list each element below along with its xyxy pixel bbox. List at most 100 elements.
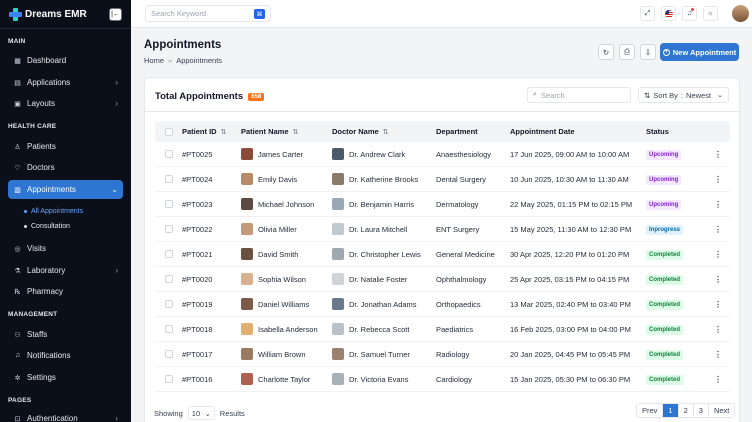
header-patient-id[interactable]: Patient ID ⇅ [182,127,241,136]
command-key-icon[interactable]: ⌘ [254,9,265,19]
row-checkbox[interactable] [164,275,173,283]
sidebar-item-label: Patients [27,142,56,151]
notification-bell-button[interactable]: ♫ [682,6,697,21]
new-appointment-button[interactable]: + New Appointment [660,43,739,61]
user-avatar[interactable] [732,5,749,22]
doctor-name[interactable]: Dr. Benjamin Harris [349,200,414,209]
row-actions-kebab-icon[interactable]: ⋮ [706,225,730,234]
table-search-input[interactable] [540,90,621,100]
sidebar-item-staffs[interactable]: ⚇ Staffs [8,325,123,344]
theme-toggle-sun-icon[interactable]: ☼ [703,6,718,21]
sidebar-item-applications[interactable]: ▤ Applications › [8,73,123,92]
doctor-name[interactable]: Dr. Jonathan Adams [349,300,417,309]
sort-dropdown[interactable]: ⇅ Sort By : Newest ⌄ [638,87,729,103]
row-actions-kebab-icon[interactable]: ⋮ [706,150,730,159]
row-checkbox[interactable] [164,150,173,158]
breadcrumb-current: Appointments [176,56,223,65]
doctor-name[interactable]: Dr. Christopher Lewis [349,250,421,259]
patient-name[interactable]: William Brown [258,350,306,359]
page-2-button[interactable]: 2 [679,404,694,417]
appointment-date-cell: 10 Jun 2025, 10:30 AM to 11:30 AM [510,174,629,184]
row-actions-kebab-icon[interactable]: ⋮ [706,300,730,309]
row-actions-kebab-icon[interactable]: ⋮ [706,375,730,384]
download-button[interactable]: ⇩ [640,44,656,60]
table-row[interactable]: #PT0022 Olivia Miller Dr. Laura Mitchell EN… [155,217,730,242]
select-all-checkbox[interactable] [164,127,173,136]
print-button[interactable]: ⎙ [619,44,635,60]
page-1-button[interactable]: 1 [663,404,679,417]
department-cell: Cardiology [436,374,472,384]
row-actions-kebab-icon[interactable]: ⋮ [706,275,730,284]
page-3-button[interactable]: 3 [694,404,709,417]
fullscreen-icon[interactable]: ⤢ [640,6,655,21]
doctor-cell: Dr. Benjamin Harris [332,198,436,210]
row-checkbox[interactable] [164,250,173,258]
sidebar-item-settings[interactable]: ✲ Settings [8,368,123,387]
sidebar-subitem-consultation[interactable]: Consultation [24,223,70,230]
row-actions-kebab-icon[interactable]: ⋮ [706,175,730,184]
row-checkbox[interactable] [164,200,173,208]
sidebar-item-laboratory[interactable]: ⚗ Laboratory › [8,261,123,280]
doctor-name[interactable]: Dr. Victoria Evans [349,375,408,384]
patient-name[interactable]: Isabella Anderson [258,325,318,334]
sidebar-subitem-all-appointments[interactable]: All Appointments [24,208,83,215]
language-flag-button[interactable] [661,6,676,21]
patient-name[interactable]: Michael Johnson [258,200,314,209]
doctor-name[interactable]: Dr. Rebecca Scott [349,325,409,334]
row-checkbox[interactable] [164,175,173,183]
patient-name[interactable]: David Smith [258,250,298,259]
patient-name[interactable]: Sophia Wilson [258,275,306,284]
header-patient-name[interactable]: Patient Name ⇅ [241,127,332,136]
patient-name[interactable]: Daniel Williams [258,300,309,309]
sidebar-collapse-button[interactable]: |← [109,7,122,21]
sidebar-item-visits[interactable]: ◎ Visits [8,239,123,258]
doctor-cell: Dr. Andrew Clark [332,148,436,160]
table-row[interactable]: #PT0024 Emily Davis Dr. Katherine Brooks De… [155,167,730,192]
row-actions-kebab-icon[interactable]: ⋮ [706,325,730,334]
page-prev-button[interactable]: Prev [637,404,664,417]
table-row[interactable]: #PT0025 James Carter Dr. Andrew Clark Anaes… [155,142,730,167]
breadcrumb-home[interactable]: Home [144,56,164,65]
brand-logo-icon [9,7,22,21]
sidebar-item-layouts[interactable]: ▣ Layouts › [8,94,123,113]
refresh-button[interactable]: ↻ [598,44,614,60]
table-row[interactable]: #PT0021 David Smith Dr. Christopher Lewis G… [155,242,730,267]
doctor-name[interactable]: Dr. Andrew Clark [349,150,405,159]
row-select-cell [155,175,182,183]
doctor-name[interactable]: Dr. Samuel Turner [349,350,410,359]
row-actions-kebab-icon[interactable]: ⋮ [706,350,730,359]
row-checkbox[interactable] [164,375,173,383]
doctor-name[interactable]: Dr. Katherine Brooks [349,175,418,184]
doctor-name[interactable]: Dr. Natalie Foster [349,275,407,284]
global-search-input[interactable] [151,9,251,18]
patient-name[interactable]: Emily Davis [258,175,297,184]
page-size-select[interactable]: 10 ⌄ [187,406,215,420]
sidebar-item-doctors[interactable]: ♡ Doctors [8,158,123,177]
table-row[interactable]: #PT0017 William Brown Dr. Samuel Turner Rad… [155,342,730,367]
table-row[interactable]: #PT0016 Charlotte Taylor Dr. Victoria Evan… [155,367,730,392]
sidebar-item-pharmacy[interactable]: ℞ Pharmacy [8,282,123,301]
table-row[interactable]: #PT0019 Daniel Williams Dr. Jonathan Adams… [155,292,730,317]
sidebar-item-appointments[interactable]: ▥ Appointments ⌄ [8,180,123,199]
sidebar-item-authentication[interactable]: ⊡ Authentication › [8,409,123,422]
row-checkbox[interactable] [164,350,173,358]
patient-id-cell: #PT0020 [182,274,213,284]
doctor-name[interactable]: Dr. Laura Mitchell [349,225,407,234]
table-row[interactable]: #PT0020 Sophia Wilson Dr. Natalie Foster Op… [155,267,730,292]
header-doctor-name[interactable]: Doctor Name ⇅ [332,127,436,136]
row-actions-kebab-icon[interactable]: ⋮ [706,250,730,259]
sidebar-item-dashboard[interactable]: ▦ Dashboard [8,51,123,70]
patient-name[interactable]: James Carter [258,150,303,159]
row-checkbox[interactable] [164,300,173,308]
sidebar-item-notifications[interactable]: ♫ Notifications [8,346,123,365]
row-checkbox[interactable] [164,325,173,333]
patient-name[interactable]: Charlotte Taylor [258,375,310,384]
table-row[interactable]: #PT0018 Isabella Anderson Dr. Rebecca Scot… [155,317,730,342]
page-next-button[interactable]: Next [709,404,734,417]
sidebar-item-patients[interactable]: ♙ Patients [8,137,123,156]
sidebar-item-label: Pharmacy [27,287,64,296]
table-row[interactable]: #PT0023 Michael Johnson Dr. Benjamin Harri… [155,192,730,217]
patient-name[interactable]: Olivia Miller [258,225,297,234]
row-checkbox[interactable] [164,225,173,233]
row-actions-kebab-icon[interactable]: ⋮ [706,200,730,209]
